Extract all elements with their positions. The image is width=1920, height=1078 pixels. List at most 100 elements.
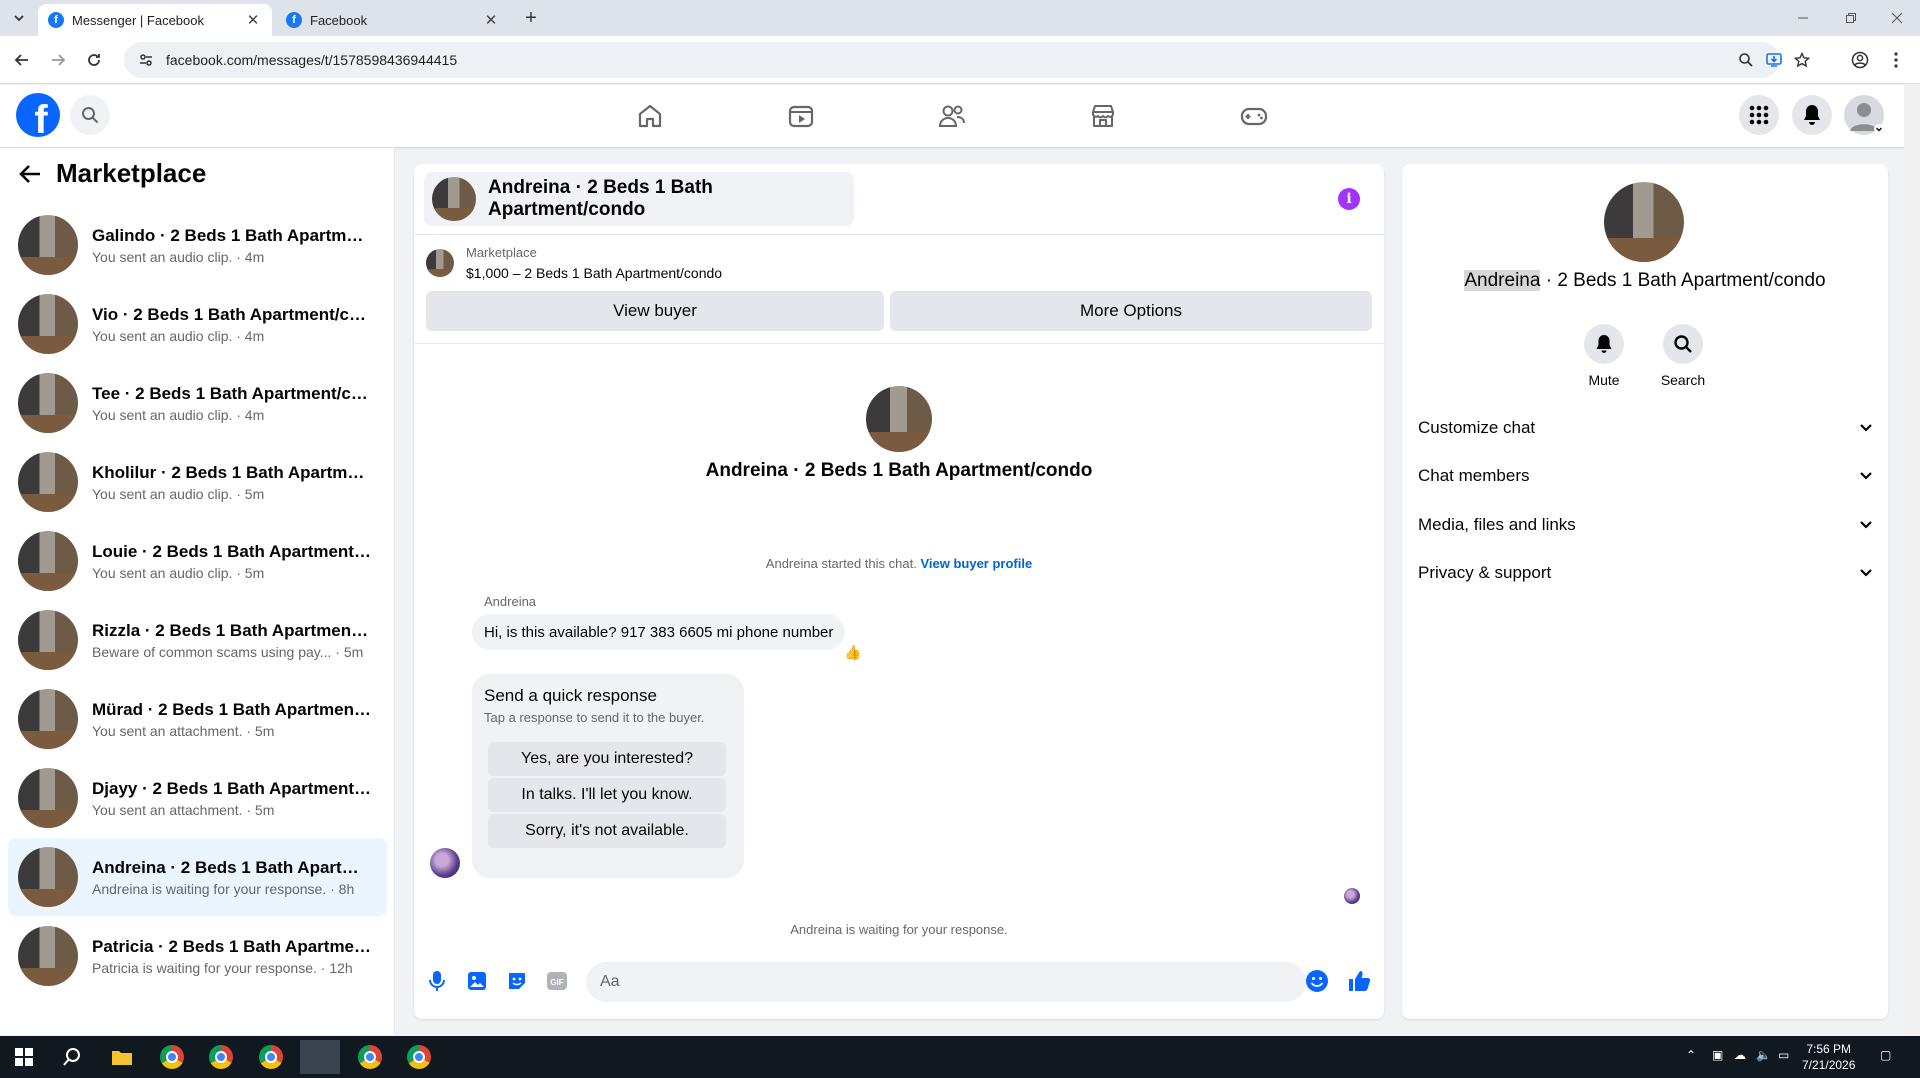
thumbs-up-send-icon[interactable] xyxy=(1346,968,1372,994)
sticker-icon[interactable] xyxy=(504,968,530,994)
gif-icon[interactable]: GIF xyxy=(544,968,570,994)
search-in-conversation-button[interactable]: Search xyxy=(1648,324,1718,388)
chrome-taskbar-icon[interactable] xyxy=(251,1040,291,1074)
clock-date: 7/21/2026 xyxy=(1802,1058,1856,1072)
chrome-taskbar-icon[interactable] xyxy=(152,1040,192,1074)
close-tab-icon[interactable]: ✕ xyxy=(482,11,500,29)
back-arrow-icon[interactable] xyxy=(18,163,42,185)
conversation-preview: You sent an audio clip. · 4m xyxy=(92,327,265,344)
reload-icon[interactable] xyxy=(82,48,106,72)
chat-header[interactable]: Andreina · 2 Beds 1 Bath Apartment/condo xyxy=(424,172,854,226)
more-options-button[interactable]: More Options xyxy=(890,291,1372,331)
section-customize-chat[interactable]: Customize chat xyxy=(1418,406,1872,450)
view-buyer-button[interactable]: View buyer xyxy=(426,291,884,331)
conversation-name: Patricia · 2 Beds 1 Bath Apartment... xyxy=(92,936,372,956)
message-input[interactable]: Aa xyxy=(586,962,1306,1002)
close-window-button[interactable] xyxy=(1874,0,1920,36)
section-label: Chat members xyxy=(1418,466,1530,485)
conversation-preview: Andreina is waiting for your response. ·… xyxy=(92,880,355,897)
conversation-item[interactable]: Louie · 2 Beds 1 Bath Apartment/c... You … xyxy=(8,522,387,600)
section-media-files-links[interactable]: Media, files and links xyxy=(1418,503,1872,547)
section-chat-members[interactable]: Chat members xyxy=(1418,454,1872,498)
microphone-icon[interactable] xyxy=(424,968,450,994)
conversation-preview: You sent an attachment. · 5m xyxy=(92,801,275,818)
conversation-item[interactable]: Djayy · 2 Beds 1 Bath Apartment/c... You … xyxy=(8,759,387,837)
profile-icon[interactable] xyxy=(1848,48,1872,72)
quick-reply-button[interactable]: In talks. I'll let you know. xyxy=(488,778,726,812)
incoming-message[interactable]: Hi, is this available? 917 383 6605 mi p… xyxy=(472,614,846,650)
page-scrollbar[interactable] xyxy=(1904,85,1920,1035)
section-privacy-support[interactable]: Privacy & support xyxy=(1418,551,1872,595)
conversation-preview: You sent an audio clip. · 5m xyxy=(92,485,265,502)
tray-meet-icon[interactable]: ▣ xyxy=(1712,1048,1723,1062)
chat-avatar xyxy=(432,177,476,221)
file-explorer-icon[interactable] xyxy=(102,1040,142,1074)
listing-thumbnail xyxy=(426,249,454,277)
conversation-item[interactable]: Mürad · 2 Beds 1 Bath Apartment/... You s… xyxy=(8,680,387,758)
emoji-icon[interactable] xyxy=(1304,968,1330,994)
gaming-icon[interactable] xyxy=(1234,97,1274,135)
tray-chevron-up-icon[interactable]: ⌃ xyxy=(1686,1048,1696,1062)
quick-reply-button[interactable]: Yes, are you interested? xyxy=(488,742,726,776)
tab-messenger[interactable]: f Messenger | Facebook ✕ xyxy=(38,4,272,36)
tray-network-icon[interactable]: ☁ xyxy=(1734,1048,1746,1062)
marketplace-icon[interactable] xyxy=(1083,97,1123,135)
buyer-avatar xyxy=(430,848,460,878)
back-arrow-icon[interactable] xyxy=(10,48,34,72)
facebook-top-nav: f xyxy=(0,85,1904,147)
browser-menu-icon[interactable] xyxy=(1884,48,1908,72)
info-icon[interactable]: i xyxy=(1338,188,1360,210)
conversation-item[interactable]: Kholilur · 2 Beds 1 Bath Apartment... You… xyxy=(8,443,387,521)
zoom-icon[interactable] xyxy=(1736,50,1756,70)
conversation-item[interactable]: Galindo · 2 Beds 1 Bath Apartment... You … xyxy=(8,206,387,284)
tab-search-chevron-icon[interactable] xyxy=(8,7,30,29)
listing-price: $1,000 – 2 Beds 1 Bath Apartment/condo xyxy=(466,265,723,281)
conversation-item[interactable]: Patricia · 2 Beds 1 Bath Apartment... Pat… xyxy=(8,917,387,995)
details-avatar xyxy=(1604,182,1684,262)
windows-start-icon[interactable] xyxy=(4,1040,44,1074)
chrome-taskbar-icon[interactable] xyxy=(201,1040,241,1074)
account-avatar[interactable] xyxy=(1844,95,1884,135)
listing-avatar xyxy=(18,926,78,986)
view-buyer-profile-link[interactable]: View buyer profile xyxy=(920,556,1032,571)
site-settings-icon[interactable] xyxy=(138,52,154,68)
conversation-item[interactable]: Rizzla · 2 Beds 1 Bath Apartment/c... Bew… xyxy=(8,601,387,679)
minimize-button[interactable] xyxy=(1780,0,1826,36)
notifications-bell-icon[interactable] xyxy=(1792,95,1832,135)
mute-button[interactable]: Mute xyxy=(1569,324,1639,388)
chrome-taskbar-icon[interactable] xyxy=(350,1040,390,1074)
url-omnibox[interactable]: facebook.com/messages/t/1578598436944415 xyxy=(124,42,1810,78)
tab-facebook[interactable]: f Facebook ✕ xyxy=(276,4,510,36)
facebook-logo[interactable]: f xyxy=(16,93,60,137)
clock-time: 7:56 PM xyxy=(1806,1042,1852,1056)
conversation-item[interactable]: Tee · 2 Beds 1 Bath Apartment/con... You … xyxy=(8,364,387,442)
listing-banner: Marketplace $1,000 – 2 Beds 1 Bath Apart… xyxy=(414,234,1384,344)
menu-grid-icon[interactable] xyxy=(1739,95,1779,135)
taskbar-search-icon[interactable] xyxy=(52,1040,92,1074)
close-tab-icon[interactable]: ✕ xyxy=(244,11,262,29)
forward-arrow-icon[interactable] xyxy=(46,48,70,72)
active-window-taskbar-item[interactable] xyxy=(300,1040,340,1074)
chrome-taskbar-icon[interactable] xyxy=(399,1040,439,1074)
conversation-name: Andreina · 2 Beds 1 Bath Apartme... xyxy=(92,857,372,877)
tray-volume-icon[interactable]: 🔈 xyxy=(1756,1048,1771,1062)
video-icon[interactable] xyxy=(781,97,821,135)
tab-title: Facebook xyxy=(310,12,368,28)
search-icon[interactable] xyxy=(70,95,110,135)
bookmark-star-icon[interactable] xyxy=(1792,50,1812,70)
restore-button[interactable] xyxy=(1828,0,1874,36)
conversation-item[interactable]: Vio · 2 Beds 1 Bath Apartment/con... You … xyxy=(8,285,387,363)
conversation-item-active[interactable]: Andreina · 2 Beds 1 Bath Apartme... Andre… xyxy=(8,838,387,916)
facebook-logo-letter: f xyxy=(34,98,48,137)
install-app-icon[interactable] xyxy=(1764,50,1784,70)
notification-center-icon[interactable]: ▢ xyxy=(1880,1048,1891,1062)
friends-icon[interactable] xyxy=(932,97,972,135)
facebook-favicon-icon: f xyxy=(48,12,64,28)
taskbar-clock[interactable]: 7:56 PM 7/21/2026 xyxy=(1802,1041,1855,1073)
search-label: Search xyxy=(1660,372,1706,388)
home-icon[interactable] xyxy=(630,97,670,135)
photo-icon[interactable] xyxy=(464,968,490,994)
new-tab-button[interactable]: + xyxy=(520,7,542,29)
quick-reply-button[interactable]: Sorry, it's not available. xyxy=(488,814,726,848)
tray-display-icon[interactable]: ▭ xyxy=(1778,1048,1789,1062)
